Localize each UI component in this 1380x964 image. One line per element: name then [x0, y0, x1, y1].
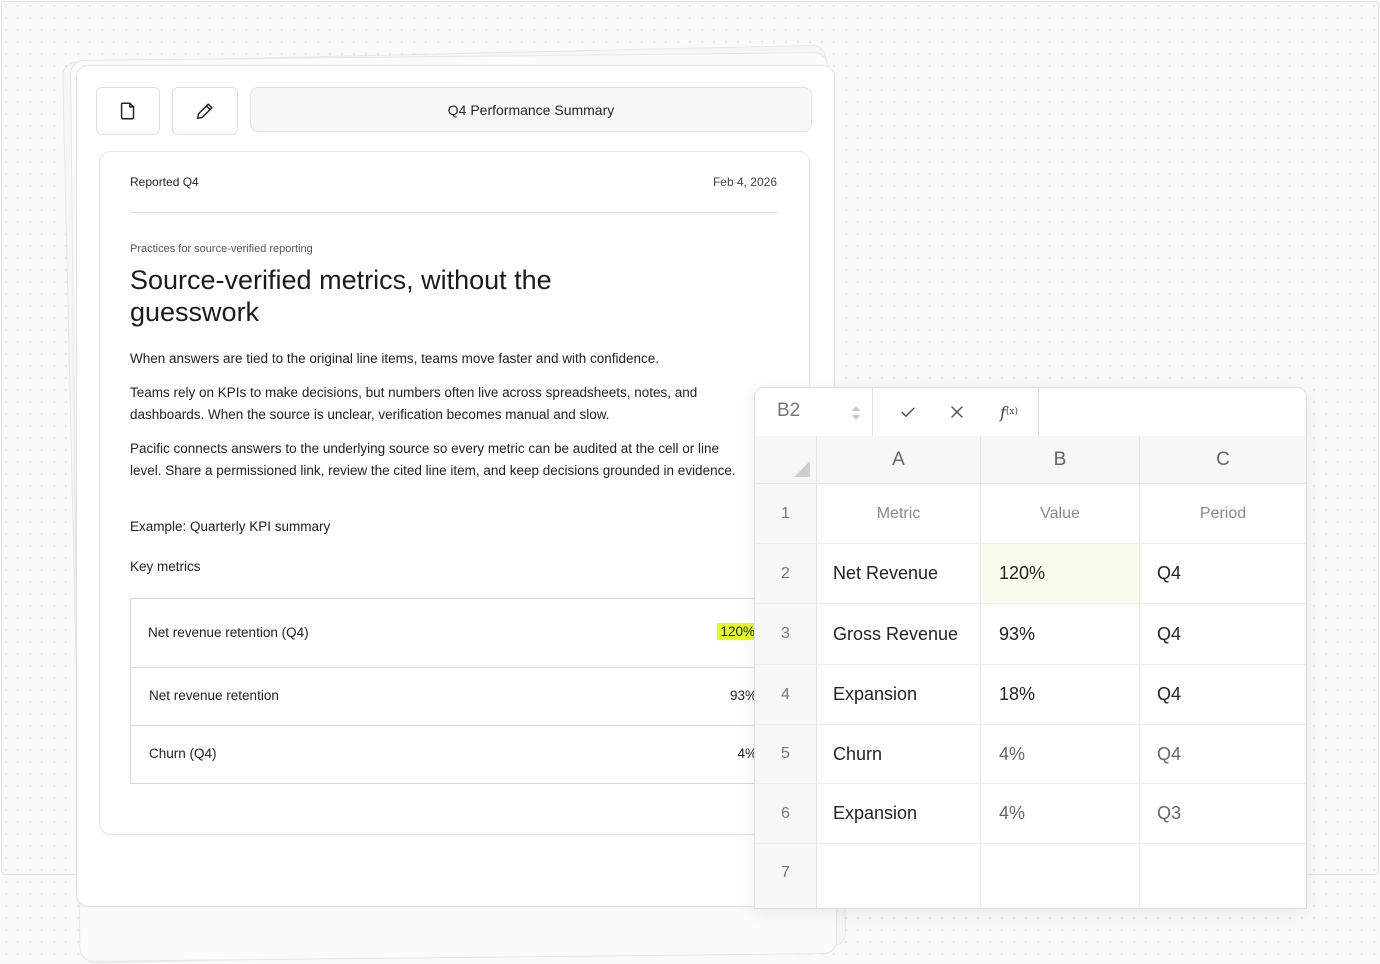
- row-number[interactable]: 4: [755, 665, 817, 724]
- key-metric-value-highlighted[interactable]: 120%: [717, 623, 758, 640]
- column-header-row: A B C: [755, 436, 1306, 484]
- cell-b3[interactable]: 93%: [981, 604, 1140, 664]
- up-down-chevron-icon[interactable]: [849, 402, 863, 424]
- formula-bar: B2 f (x): [755, 388, 1306, 437]
- sheet-row-6: 6 Expansion 4% Q3: [755, 784, 1306, 844]
- cell-b5[interactable]: 4%: [981, 725, 1140, 783]
- column-header-b[interactable]: B: [981, 436, 1140, 483]
- paragraph-problem: Teams rely on KPIs to make decisions, bu…: [130, 385, 698, 422]
- row-number[interactable]: 7: [755, 844, 817, 908]
- article-eyebrow: Practices for source-verified reporting: [130, 243, 313, 255]
- key-metric-name: Net revenue retention (Q4): [148, 625, 309, 640]
- select-all-corner[interactable]: [755, 436, 817, 483]
- cell-b2-selected[interactable]: 120%: [981, 544, 1140, 603]
- cell-reference-box[interactable]: B2: [755, 388, 873, 436]
- pencil-icon: [196, 103, 213, 120]
- cell-b7[interactable]: [981, 844, 1140, 908]
- report-period-label: Reported Q4: [130, 175, 199, 189]
- column-header-a[interactable]: A: [817, 436, 981, 483]
- cell-c2[interactable]: Q4: [1140, 544, 1306, 603]
- key-metrics-table: Net revenue retention (Q4) 120% Net reve…: [130, 598, 772, 784]
- paragraph-solution: Pacific connects answers to the underlyi…: [130, 441, 736, 478]
- cell-c5[interactable]: Q4: [1140, 725, 1306, 783]
- cell-a5[interactable]: Churn: [817, 725, 981, 783]
- header-divider: [130, 212, 778, 213]
- cell-a2[interactable]: Net Revenue: [817, 544, 981, 603]
- cell-c4[interactable]: Q4: [1140, 665, 1306, 724]
- spreadsheet-panel: B2 f (x) A B C 1 Metric Value Period 2 Ne…: [754, 387, 1307, 909]
- document-title-bar[interactable]: Q4 Performance Summary: [250, 87, 812, 132]
- key-metric-row[interactable]: Net revenue retention 93%: [131, 667, 771, 726]
- sheet-row-5: 5 Churn 4% Q4: [755, 725, 1306, 784]
- row-number[interactable]: 2: [755, 544, 817, 603]
- row-number[interactable]: 3: [755, 604, 817, 664]
- row-number[interactable]: 1: [755, 484, 817, 543]
- key-metrics-label: Key metrics: [130, 559, 201, 574]
- report-date: Feb 4, 2026: [712, 175, 777, 189]
- edit-button[interactable]: [172, 87, 238, 135]
- cell-c3[interactable]: Q4: [1140, 604, 1306, 664]
- sheet-row-1: 1 Metric Value Period: [755, 484, 1306, 544]
- key-metric-value: 93%: [729, 688, 757, 703]
- cell-a4[interactable]: Expansion: [817, 665, 981, 724]
- cell-c6[interactable]: Q3: [1140, 784, 1306, 843]
- paragraph-intro: When answers are tied to the original li…: [130, 351, 660, 366]
- sheet-row-3: 3 Gross Revenue 93% Q4: [755, 604, 1306, 665]
- confirm-check-icon[interactable]: [896, 400, 920, 424]
- row-number[interactable]: 5: [755, 725, 817, 783]
- row-number[interactable]: 6: [755, 784, 817, 843]
- cell-a3[interactable]: Gross Revenue: [817, 604, 981, 664]
- cell-reference: B2: [777, 400, 801, 421]
- column-header-c[interactable]: C: [1140, 436, 1306, 483]
- function-fx-icon[interactable]: f (x): [994, 400, 1024, 424]
- sheet-row-7: 7: [755, 844, 1306, 908]
- paragraph-example: Example: Quarterly KPI summary: [130, 519, 331, 534]
- cell-a1[interactable]: Metric: [817, 484, 981, 543]
- sheet-row-4: 4 Expansion 18% Q4: [755, 665, 1306, 725]
- sheet-row-2: 2 Net Revenue 120% Q4: [755, 544, 1306, 604]
- document-view-button[interactable]: [96, 87, 160, 135]
- corner-triangle-icon: [794, 461, 810, 477]
- cell-b1[interactable]: Value: [981, 484, 1140, 543]
- article-headline: Source-verified metrics, without the gue…: [130, 265, 552, 327]
- formula-bar-separator: [1038, 388, 1039, 436]
- key-metric-name: Net revenue retention: [149, 688, 279, 703]
- cell-a7[interactable]: [817, 844, 981, 908]
- cell-c7[interactable]: [1140, 844, 1306, 908]
- cell-c1[interactable]: Period: [1140, 484, 1306, 543]
- cell-b6[interactable]: 4%: [981, 784, 1140, 843]
- key-metric-row[interactable]: Churn (Q4) 4%: [131, 725, 771, 783]
- cell-a6[interactable]: Expansion: [817, 784, 981, 843]
- key-metric-name: Churn (Q4): [149, 746, 217, 761]
- file-icon: [120, 102, 135, 120]
- document-title: Q4 Performance Summary: [447, 101, 615, 118]
- cell-b4[interactable]: 18%: [981, 665, 1140, 724]
- key-metric-row[interactable]: Net revenue retention (Q4) 120%: [131, 599, 771, 668]
- cancel-x-icon[interactable]: [945, 400, 969, 424]
